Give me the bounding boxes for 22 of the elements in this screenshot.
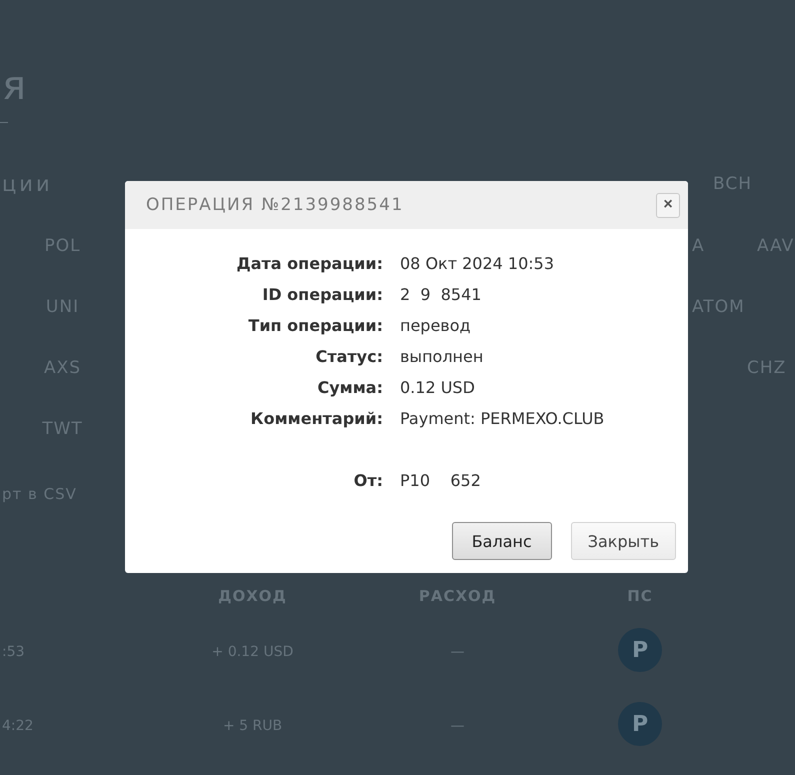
field-value: P10 652 xyxy=(400,471,481,490)
field-value: 0.12 USD xyxy=(400,378,475,397)
field-label: Комментарий: xyxy=(250,409,383,428)
field-label: Сумма: xyxy=(316,378,383,397)
field-value: перевод xyxy=(400,316,471,335)
close-button[interactable]: × xyxy=(656,192,680,218)
field-value: выполнен xyxy=(400,347,484,366)
field-label: Статус: xyxy=(314,347,383,366)
field-value: Payment: PERMEXO.CLUB xyxy=(400,409,604,428)
payment-system-badge: P xyxy=(618,628,662,672)
dialog-button[interactable]: Закрыть xyxy=(570,522,676,560)
table-cell: — xyxy=(450,644,464,660)
dialog-title: ОПЕРАЦИЯ №2139988541 xyxy=(146,195,404,215)
table-cell: — xyxy=(450,718,464,734)
field-label: Тип операции: xyxy=(247,316,383,335)
field-value: 2 9 8541 xyxy=(400,285,482,304)
field-label: ID операции: xyxy=(261,285,383,304)
field-label: От: xyxy=(352,471,383,490)
field-value: 08 Окт 2024 10:53 xyxy=(400,254,554,273)
field-label: Дата операции: xyxy=(235,254,383,273)
dialog-button[interactable]: Баланс xyxy=(452,522,552,560)
payment-system-badge: P xyxy=(618,702,662,746)
